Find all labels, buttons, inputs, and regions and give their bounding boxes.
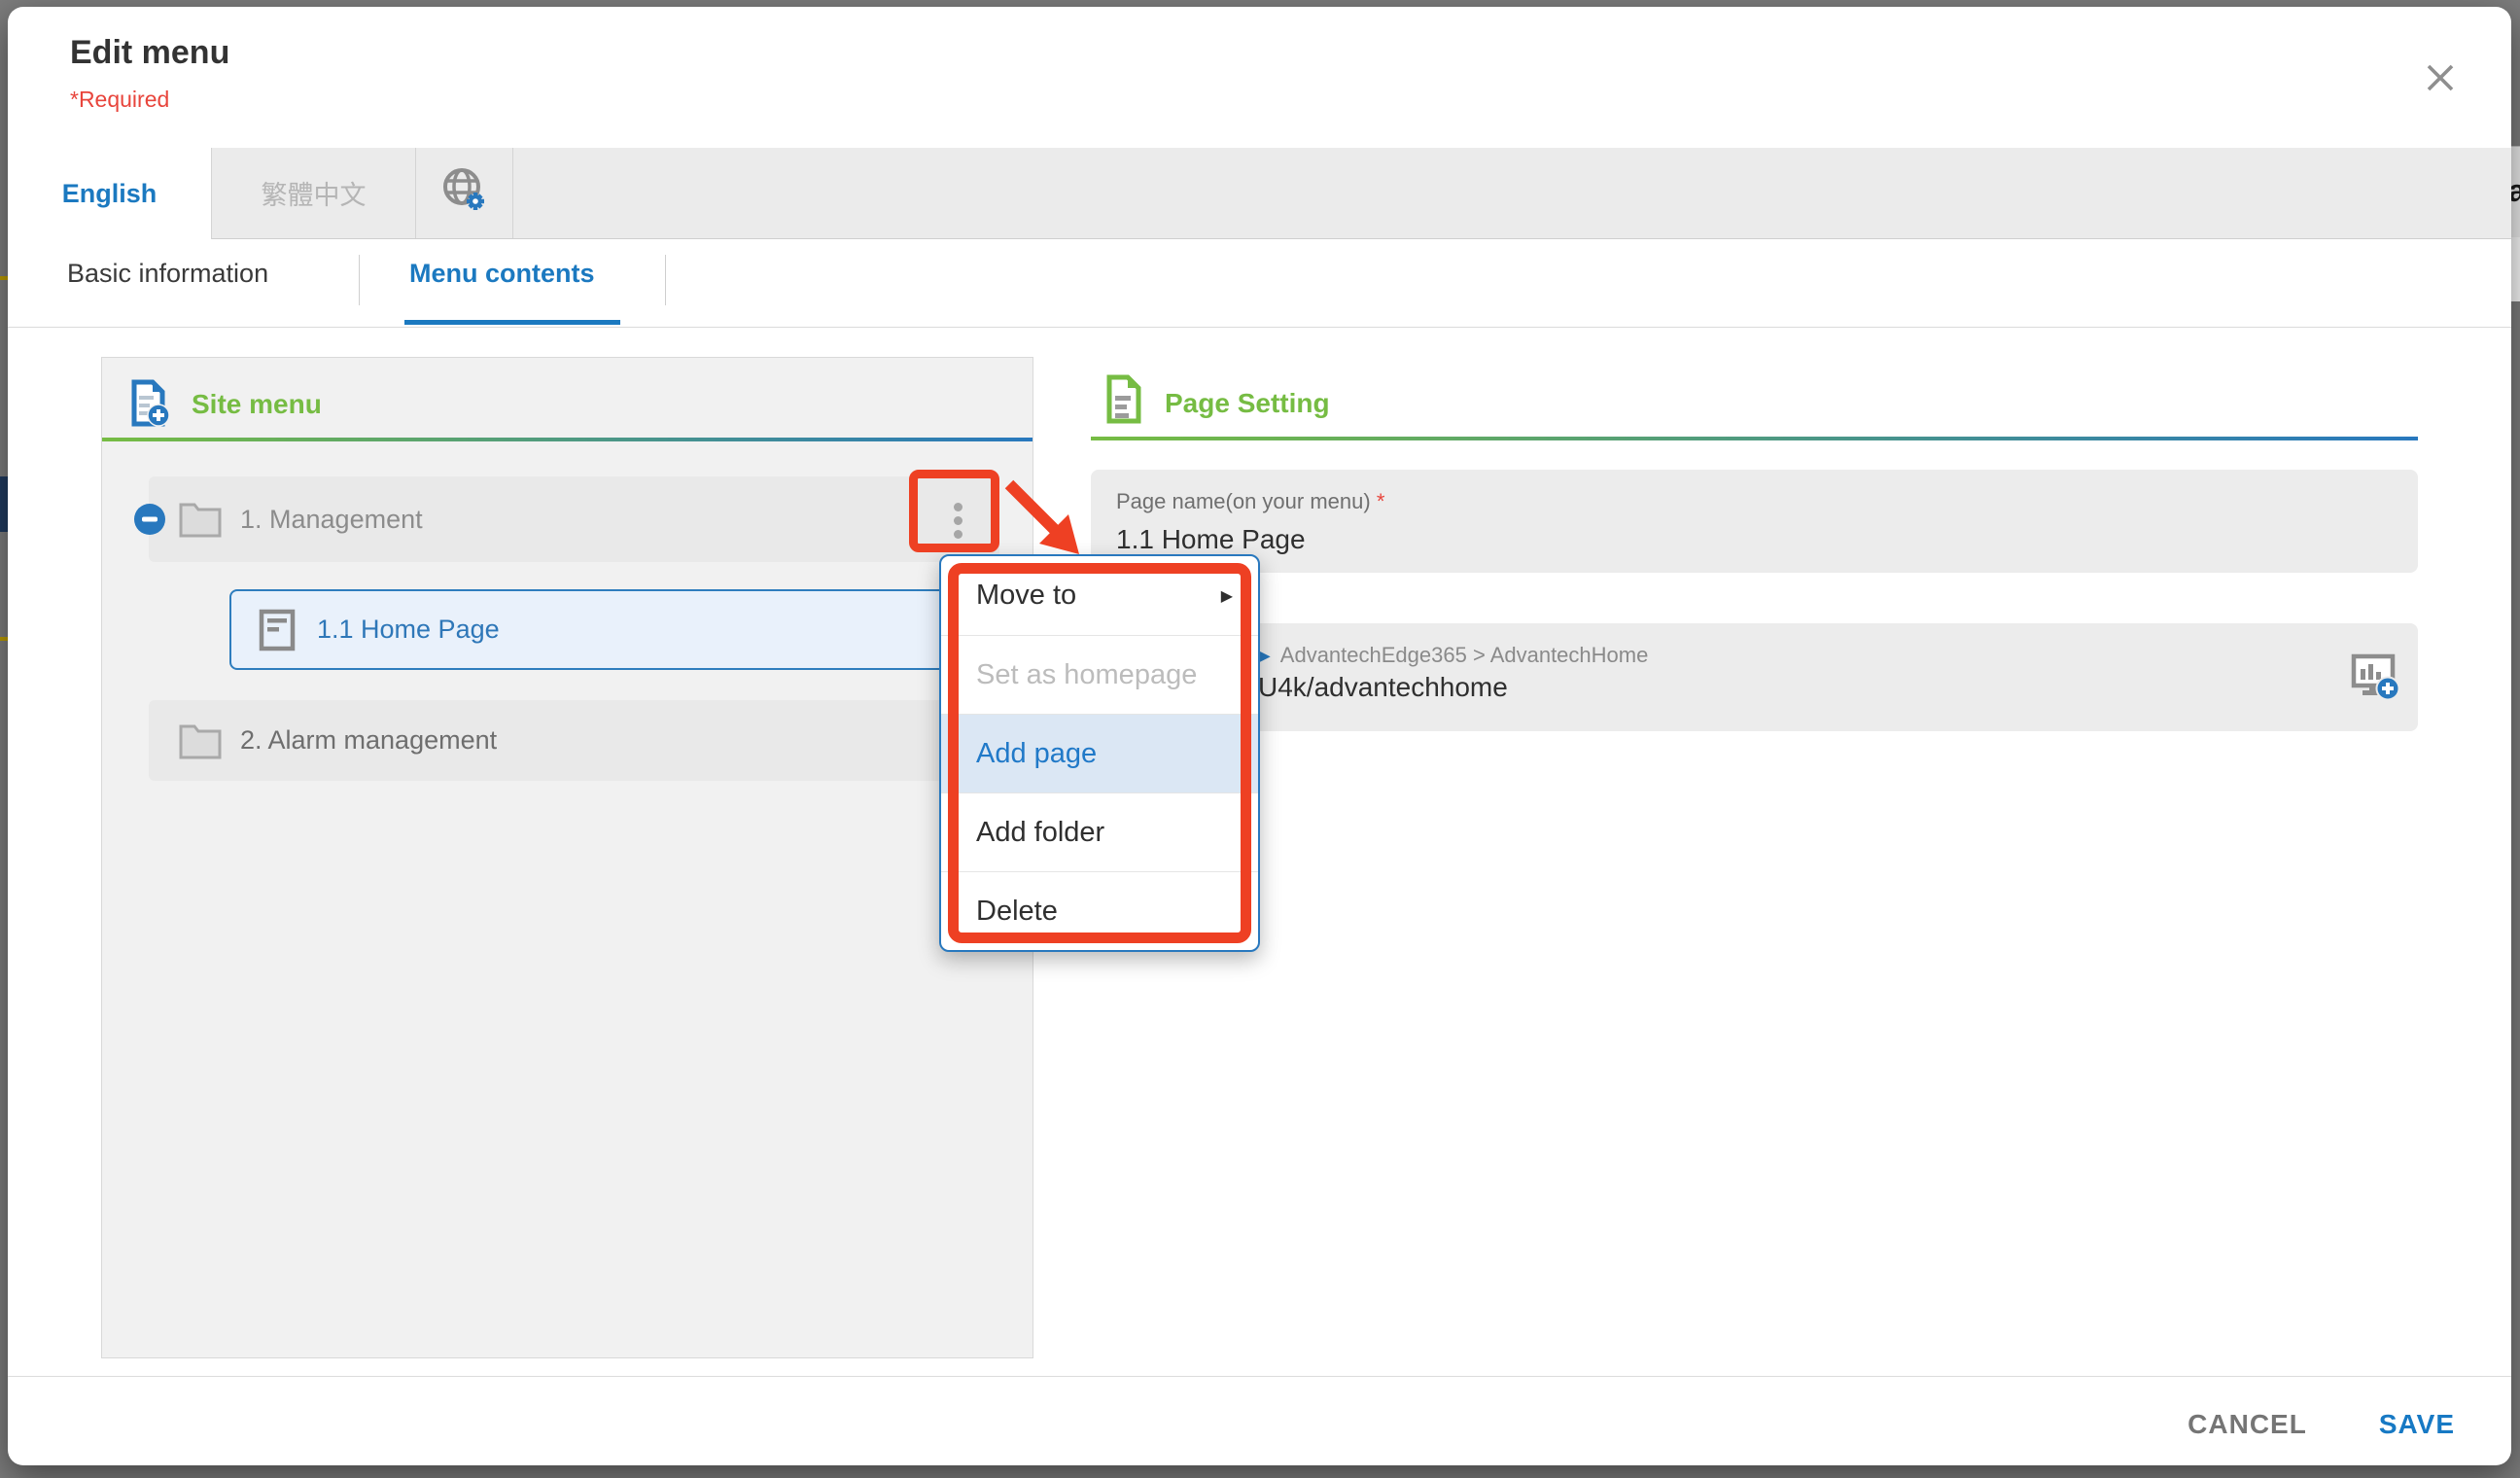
page-link-field: ▶ AdvantechEdge365 > AdvantechHome U4k/a… <box>1091 623 2418 731</box>
tree-item-label: 2. Alarm management <box>240 700 497 781</box>
page-name-label: Page name(on your menu) * <box>1116 489 1384 514</box>
tree-item-label: 1. Management <box>240 476 423 562</box>
site-menu-title: Site menu <box>192 389 322 420</box>
subtab-bottom-border <box>8 327 2511 328</box>
background-navy-block <box>0 476 8 532</box>
page-name-value: 1.1 Home Page <box>1116 524 1306 555</box>
close-button[interactable] <box>2415 53 2466 103</box>
menu-item-add-page[interactable]: Add page <box>941 714 1258 792</box>
background-yellow-line <box>0 637 8 641</box>
tab-basic-information[interactable]: Basic information <box>67 252 268 295</box>
page-setting-panel: Page Setting <box>1091 357 2418 444</box>
tree-item-label: 1.1 Home Page <box>317 591 500 668</box>
document-add-icon <box>127 379 170 433</box>
menu-item-set-as-homepage[interactable]: Set as homepage <box>941 635 1258 714</box>
language-tab-label: 繁體中文 <box>262 174 367 212</box>
menu-item-label: Move to <box>976 580 1076 612</box>
breadcrumb: ▶ AdvantechEdge365 > AdvantechHome <box>1260 643 1648 668</box>
save-button[interactable]: SAVE <box>2371 1399 2463 1450</box>
page-title: Edit menu <box>70 34 229 72</box>
required-asterisk: * <box>1377 489 1385 513</box>
subtab-divider <box>359 255 360 305</box>
site-menu-underline <box>102 438 1032 441</box>
language-tab-english[interactable]: English <box>8 148 212 239</box>
menu-item-delete[interactable]: Delete <box>941 871 1258 950</box>
add-dashboard-button[interactable] <box>2346 647 2404 705</box>
tree-item-management[interactable]: 1. Management <box>149 476 999 562</box>
breadcrumb-text: AdvantechEdge365 > AdvantechHome <box>1280 643 1649 668</box>
kebab-menu-button[interactable] <box>938 476 977 562</box>
language-settings-tab[interactable] <box>416 148 513 238</box>
collapse-icon[interactable] <box>133 503 166 541</box>
tab-menu-contents[interactable]: Menu contents <box>409 252 595 295</box>
site-menu-panel: Site menu 1. Management <box>101 357 1033 1358</box>
tree-item-home-page[interactable]: 1.1 Home Page <box>229 589 999 670</box>
menu-item-add-folder[interactable]: Add folder <box>941 792 1258 871</box>
globe-gear-icon <box>440 165 489 221</box>
background-yellow-line <box>0 276 8 280</box>
folder-icon <box>178 720 223 765</box>
context-menu: Move to ▶ Set as homepage Add page Add f… <box>939 554 1260 952</box>
submenu-arrow-icon: ▶ <box>1221 586 1233 606</box>
language-tab-label: English <box>62 179 158 209</box>
monitor-add-icon <box>2346 692 2404 709</box>
page-path: U4k/advantechhome <box>1258 672 1508 703</box>
page-name-field[interactable]: Page name(on your menu) * 1.1 Home Page <box>1091 470 2418 573</box>
edit-menu-dialog: Edit menu *Required English 繁體中文 <box>8 7 2511 1465</box>
menu-item-label: Set as homepage <box>976 659 1197 691</box>
language-tab-traditional-chinese[interactable]: 繁體中文 <box>212 148 416 238</box>
close-icon <box>2415 90 2466 107</box>
menu-item-label: Add folder <box>976 817 1104 849</box>
menu-item-label: Add page <box>976 738 1097 770</box>
subtab-divider <box>665 255 666 305</box>
required-note: *Required <box>70 87 169 113</box>
tree-item-alarm-management[interactable]: 2. Alarm management <box>149 700 999 781</box>
menu-item-label: Delete <box>976 896 1058 928</box>
page-icon <box>257 608 298 657</box>
menu-item-move-to[interactable]: Move to ▶ <box>941 556 1258 635</box>
kebab-icon <box>938 503 977 539</box>
cancel-button[interactable]: CANCEL <box>2180 1399 2315 1450</box>
page-setting-underline <box>1091 437 2418 440</box>
folder-icon <box>178 498 223 544</box>
footer-divider <box>8 1376 2511 1377</box>
breadcrumb-arrow-icon: ▶ <box>1260 648 1271 664</box>
document-icon <box>1102 374 1145 430</box>
language-tab-bar: English 繁體中文 <box>8 148 2511 239</box>
background-panel-sliver <box>2511 237 2520 301</box>
footer: CANCEL SAVE <box>2180 1399 2463 1450</box>
page-setting-title: Page Setting <box>1165 388 1330 419</box>
active-tab-underline <box>404 320 620 325</box>
